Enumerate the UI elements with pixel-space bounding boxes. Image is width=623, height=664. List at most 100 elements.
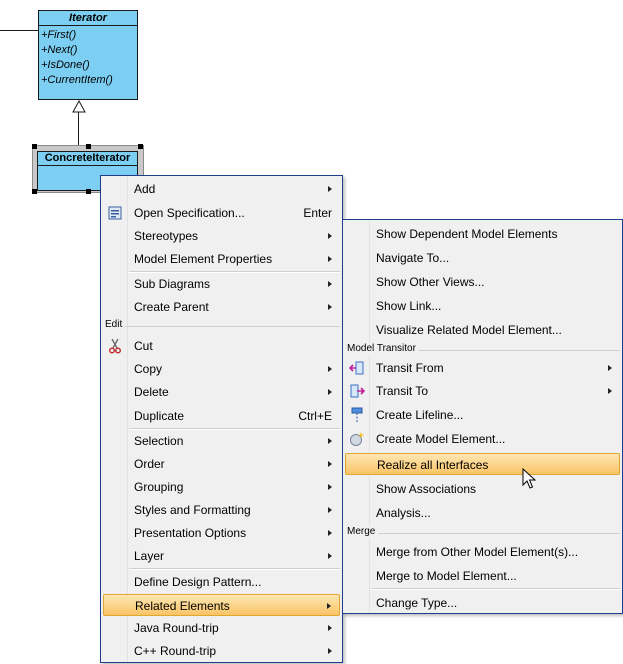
operation: +First()	[41, 29, 77, 41]
menu-item-label: Order	[134, 457, 165, 471]
menu-item-styles-and-formatting[interactable]: Styles and Formatting	[103, 499, 340, 521]
menu-item-java-round-trip[interactable]: Java Round-trip	[103, 617, 340, 639]
menu-item-cpp-round-trip[interactable]: C++ Round-trip	[103, 640, 340, 662]
menu-item-show-dependent-model-elements[interactable]: Show Dependent Model Elements	[345, 223, 620, 245]
menu-item-label: Visualize Related Model Element...	[376, 323, 562, 337]
menu-item-label: Model Element Properties	[134, 252, 273, 266]
menu-item-selection[interactable]: Selection	[103, 430, 340, 452]
menu-item-order[interactable]: Order	[103, 453, 340, 475]
menu-item-realize-all-interfaces[interactable]: Realize all Interfaces	[345, 453, 620, 475]
realization-arrowhead-icon	[72, 100, 86, 113]
related-elements-submenu: Show Dependent Model Elements Navigate T…	[342, 219, 623, 614]
iterator-class-name: Iterator	[39, 11, 137, 26]
menu-item-label: C++ Round-trip	[134, 644, 217, 658]
menu-item-label: Add	[134, 182, 156, 196]
group-label: Edit	[105, 319, 126, 331]
menu-item-transit-from[interactable]: Transit From	[345, 357, 620, 379]
menu-item-label: Open Specification...	[134, 206, 245, 220]
submenu-arrow-icon	[328, 186, 332, 192]
menu-item-transit-to[interactable]: Transit To	[345, 380, 620, 402]
submenu-arrow-icon	[328, 256, 332, 262]
menu-item-label: Show Link...	[376, 299, 442, 313]
submenu-arrow-icon	[328, 648, 332, 654]
menu-item-merge-to-model-element[interactable]: Merge to Model Element...	[345, 565, 620, 587]
submenu-arrow-icon	[328, 625, 332, 631]
menu-item-label: Create Model Element...	[376, 432, 506, 446]
menu-item-open-specification[interactable]: Open Specification... Enter	[103, 202, 340, 224]
menu-separator	[129, 271, 340, 273]
menu-item-label: Stereotypes	[134, 229, 199, 243]
iterator-class[interactable]: Iterator +First() +Next() +IsDone() +Cur…	[38, 10, 138, 100]
menu-item-label: Analysis...	[376, 506, 431, 520]
resize-handle[interactable]	[32, 144, 37, 149]
concrete-iterator-class-name: ConcreteIterator	[38, 152, 137, 166]
submenu-arrow-icon	[328, 530, 332, 536]
menu-item-grouping[interactable]: Grouping	[103, 476, 340, 498]
group-divider	[105, 326, 340, 327]
menu-group-edit: Edit	[103, 319, 340, 332]
menu-item-navigate-to[interactable]: Navigate To...	[345, 247, 620, 269]
menu-group-model-transitor: Model Transitor	[345, 343, 620, 356]
menu-item-presentation-options[interactable]: Presentation Options	[103, 522, 340, 544]
shortcut-label: Ctrl+E	[298, 409, 332, 423]
menu-separator	[371, 588, 620, 590]
group-label: Model Transitor	[347, 343, 419, 355]
menu-item-create-parent[interactable]: Create Parent	[103, 296, 340, 318]
menu-item-label: Selection	[134, 434, 184, 448]
submenu-arrow-icon	[328, 304, 332, 310]
menu-item-sub-diagrams[interactable]: Sub Diagrams	[103, 273, 340, 295]
group-divider	[347, 533, 620, 534]
menu-item-show-associations[interactable]: Show Associations	[345, 478, 620, 500]
submenu-arrow-icon	[328, 553, 332, 559]
menu-item-label: Presentation Options	[134, 526, 247, 540]
menu-item-label: Delete	[134, 385, 169, 399]
resize-handle[interactable]	[86, 144, 91, 149]
menu-item-layer[interactable]: Layer	[103, 545, 340, 567]
operation: +IsDone()	[41, 59, 90, 71]
menu-item-change-type[interactable]: Change Type...	[345, 592, 620, 614]
menu-item-label: Navigate To...	[376, 251, 450, 265]
menu-item-merge-from-other-model-elements[interactable]: Merge from Other Model Element(s)...	[345, 541, 620, 563]
menu-item-label: Create Parent	[134, 300, 209, 314]
resize-handle[interactable]	[138, 144, 143, 149]
menu-item-show-other-views[interactable]: Show Other Views...	[345, 271, 620, 293]
menu-item-label: Merge to Model Element...	[376, 569, 517, 583]
submenu-arrow-icon	[608, 365, 612, 371]
menu-item-label: Show Associations	[376, 482, 477, 496]
menu-separator	[129, 428, 340, 430]
menu-item-define-design-pattern[interactable]: Define Design Pattern...	[103, 571, 340, 593]
menu-item-create-lifeline[interactable]: Create Lifeline...	[345, 404, 620, 426]
submenu-arrow-icon	[328, 233, 332, 239]
menu-item-label: Transit To	[376, 384, 429, 398]
menu-item-model-element-properties[interactable]: Model Element Properties	[103, 248, 340, 270]
menu-item-cut[interactable]: Cut	[103, 335, 340, 357]
submenu-arrow-icon	[328, 507, 332, 513]
menu-item-related-elements[interactable]: Related Elements	[103, 594, 340, 616]
operation: +CurrentItem()	[41, 74, 113, 86]
menu-item-label: Realize all Interfaces	[377, 458, 489, 472]
menu-item-delete[interactable]: Delete	[103, 381, 340, 403]
menu-item-stereotypes[interactable]: Stereotypes	[103, 225, 340, 247]
transit-from-icon	[349, 361, 364, 375]
menu-item-label: Show Dependent Model Elements	[376, 227, 558, 241]
menu-item-copy[interactable]: Copy	[103, 358, 340, 380]
menu-item-label: Create Lifeline...	[376, 408, 464, 422]
menu-separator	[129, 568, 340, 570]
menu-item-duplicate[interactable]: Duplicate Ctrl+E	[103, 405, 340, 427]
resize-handle[interactable]	[32, 189, 37, 194]
submenu-arrow-icon	[328, 461, 332, 467]
mouse-cursor-icon	[522, 468, 536, 489]
menu-item-label: Merge from Other Model Element(s)...	[376, 545, 579, 559]
menu-item-create-model-element[interactable]: Create Model Element...	[345, 428, 620, 450]
menu-item-label: Related Elements	[135, 599, 230, 613]
submenu-arrow-icon	[328, 484, 332, 490]
menu-item-visualize-related-model-element[interactable]: Visualize Related Model Element...	[345, 319, 620, 341]
menu-item-show-link[interactable]: Show Link...	[345, 295, 620, 317]
menu-item-label: Sub Diagrams	[134, 277, 211, 291]
resize-handle[interactable]	[86, 189, 91, 194]
shortcut-label: Enter	[303, 206, 332, 220]
submenu-arrow-icon	[327, 603, 331, 609]
menu-item-analysis[interactable]: Analysis...	[345, 502, 620, 524]
lifeline-icon	[351, 407, 363, 422]
menu-item-add[interactable]: Add	[103, 178, 340, 200]
